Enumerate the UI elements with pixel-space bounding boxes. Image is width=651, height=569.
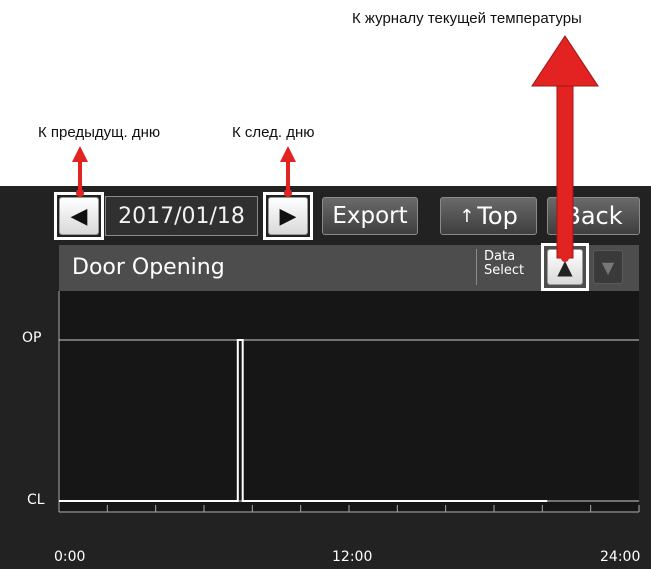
arrow-up-icon: ↑ [459,205,475,227]
annotation-temperature-log: К журналу текущей температуры [352,10,582,27]
export-button[interactable]: Export [322,197,418,235]
data-select-up-highlight [541,243,589,291]
data-select-down-button[interactable]: ▼ [593,250,623,284]
header-divider [476,249,477,285]
annotation-next-day: К след. дню [232,124,315,141]
date-display: 2017/01/18 [105,196,258,236]
annotation-previous-day: К предыдущ. дню [38,124,161,141]
x-label-mid: 12:00 [332,549,373,565]
chart-title: Door Opening [72,255,225,280]
plot-area [59,291,639,511]
top-button[interactable]: ↑ Top [440,197,537,235]
x-label-end: 24:00 [600,549,641,565]
data-select-label: Data Select [484,249,525,278]
previous-day-highlight [54,192,104,240]
back-button[interactable]: Back [547,197,640,235]
y-label-op: OP [22,330,42,346]
triangle-down-icon: ▼ [601,257,615,277]
x-label-start: 0:00 [54,549,86,565]
next-day-highlight [263,192,313,240]
y-label-cl: CL [27,492,45,508]
